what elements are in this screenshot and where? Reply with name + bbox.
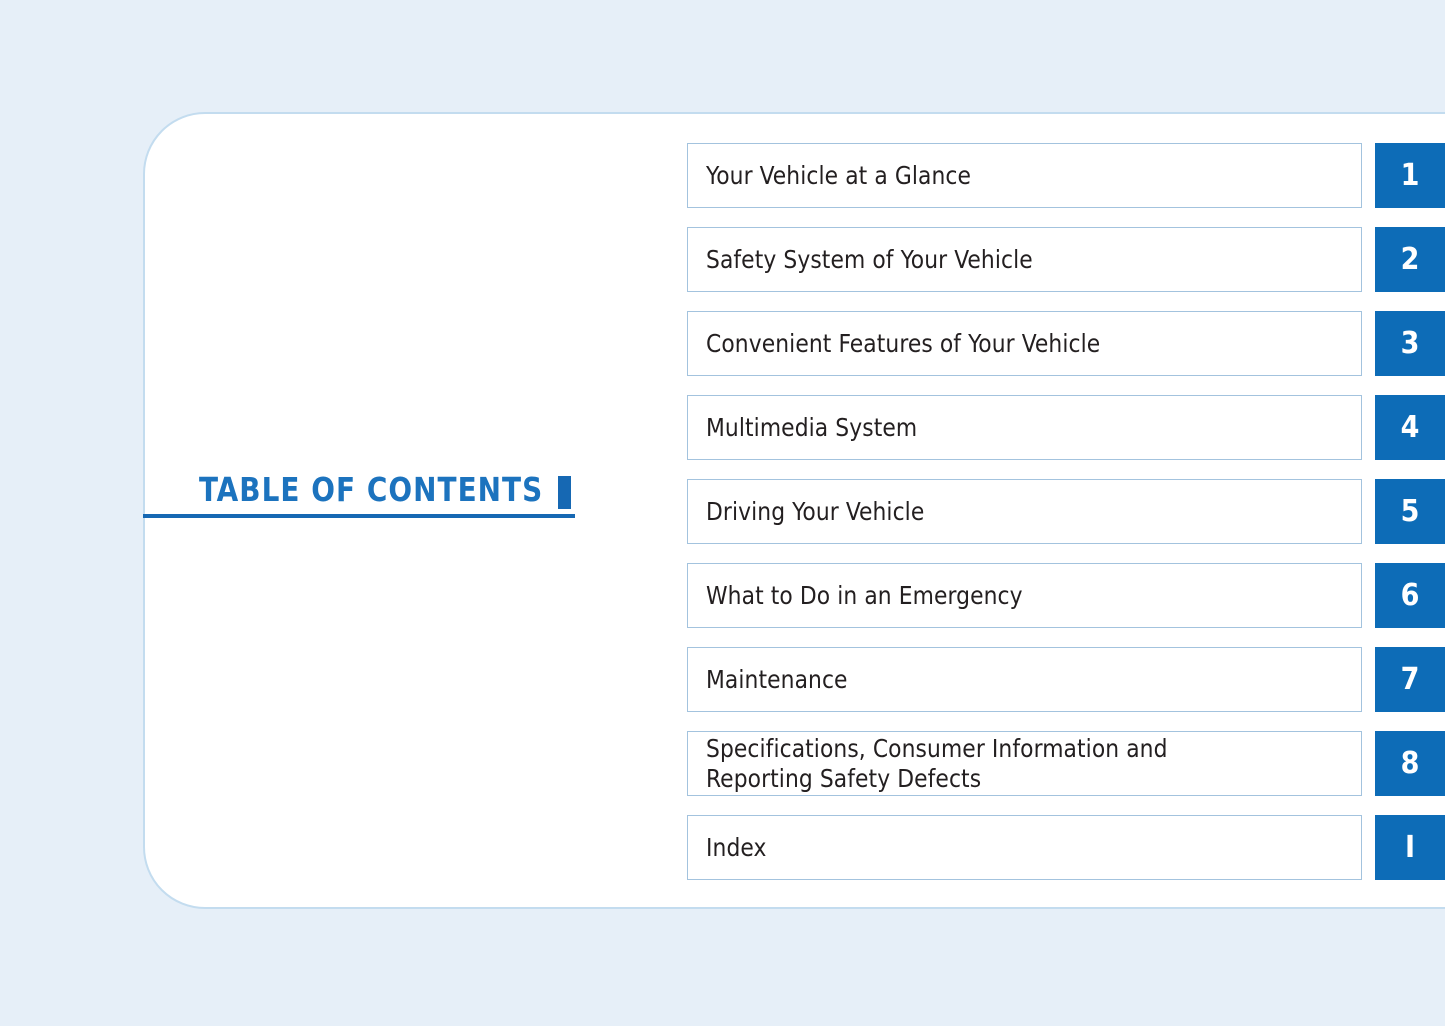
toc-tab-number: 8 [1400,745,1420,781]
table-of-contents-list: Your Vehicle at a Glance 1 Safety System o… [687,143,1445,880]
toc-tab-number: I [1404,829,1416,865]
toc-entry-label: Index [706,832,767,862]
toc-entry-5[interactable]: Driving Your Vehicle [687,479,1362,544]
toc-entry-1[interactable]: Your Vehicle at a Glance [687,143,1362,208]
toc-row: Index I [687,815,1445,880]
toc-entry-label: Specifications, Consumer Information and… [706,733,1168,793]
toc-tab-9[interactable]: I [1375,815,1445,880]
toc-entry-label: Convenient Features of Your Vehicle [706,328,1101,358]
toc-tab-7[interactable]: 7 [1375,647,1445,712]
toc-entry-6[interactable]: What to Do in an Emergency [687,563,1362,628]
toc-row: Multimedia System 4 [687,395,1445,460]
toc-entry-7[interactable]: Maintenance [687,647,1362,712]
toc-tab-6[interactable]: 6 [1375,563,1445,628]
toc-entry-3[interactable]: Convenient Features of Your Vehicle [687,311,1362,376]
toc-entry-label: Maintenance [706,664,848,694]
toc-tab-4[interactable]: 4 [1375,395,1445,460]
toc-tab-number: 7 [1400,661,1420,697]
toc-entry-label: Driving Your Vehicle [706,496,925,526]
table-of-contents-title-block: TABLE OF CONTENTS [143,468,575,518]
toc-entry-label: Multimedia System [706,412,918,442]
toc-entry-label: What to Do in an Emergency [706,580,1023,610]
toc-row: Driving Your Vehicle 5 [687,479,1445,544]
title-underline [143,514,575,518]
toc-row: Safety System of Your Vehicle 2 [687,227,1445,292]
toc-entry-2[interactable]: Safety System of Your Vehicle [687,227,1362,292]
toc-row: Your Vehicle at a Glance 1 [687,143,1445,208]
toc-entry-8[interactable]: Specifications, Consumer Information and… [687,731,1362,796]
toc-tab-5[interactable]: 5 [1375,479,1445,544]
toc-row: Maintenance 7 [687,647,1445,712]
toc-tab-3[interactable]: 3 [1375,311,1445,376]
toc-entry-label: Your Vehicle at a Glance [706,160,972,190]
toc-tab-number: 1 [1400,157,1420,193]
toc-tab-1[interactable]: 1 [1375,143,1445,208]
toc-row: Convenient Features of Your Vehicle 3 [687,311,1445,376]
toc-tab-2[interactable]: 2 [1375,227,1445,292]
page-title: TABLE OF CONTENTS [198,470,543,509]
toc-tab-number: 4 [1400,409,1420,445]
toc-entry-label: Safety System of Your Vehicle [706,244,1033,274]
toc-row: What to Do in an Emergency 6 [687,563,1445,628]
toc-tab-8[interactable]: 8 [1375,731,1445,796]
toc-tab-number: 2 [1400,241,1420,277]
toc-tab-number: 3 [1400,325,1420,361]
toc-tab-number: 5 [1400,493,1420,529]
toc-tab-number: 6 [1400,577,1420,613]
toc-row: Specifications, Consumer Information and… [687,731,1445,796]
title-accent-square [558,476,571,509]
toc-entry-4[interactable]: Multimedia System [687,395,1362,460]
toc-entry-9[interactable]: Index [687,815,1362,880]
